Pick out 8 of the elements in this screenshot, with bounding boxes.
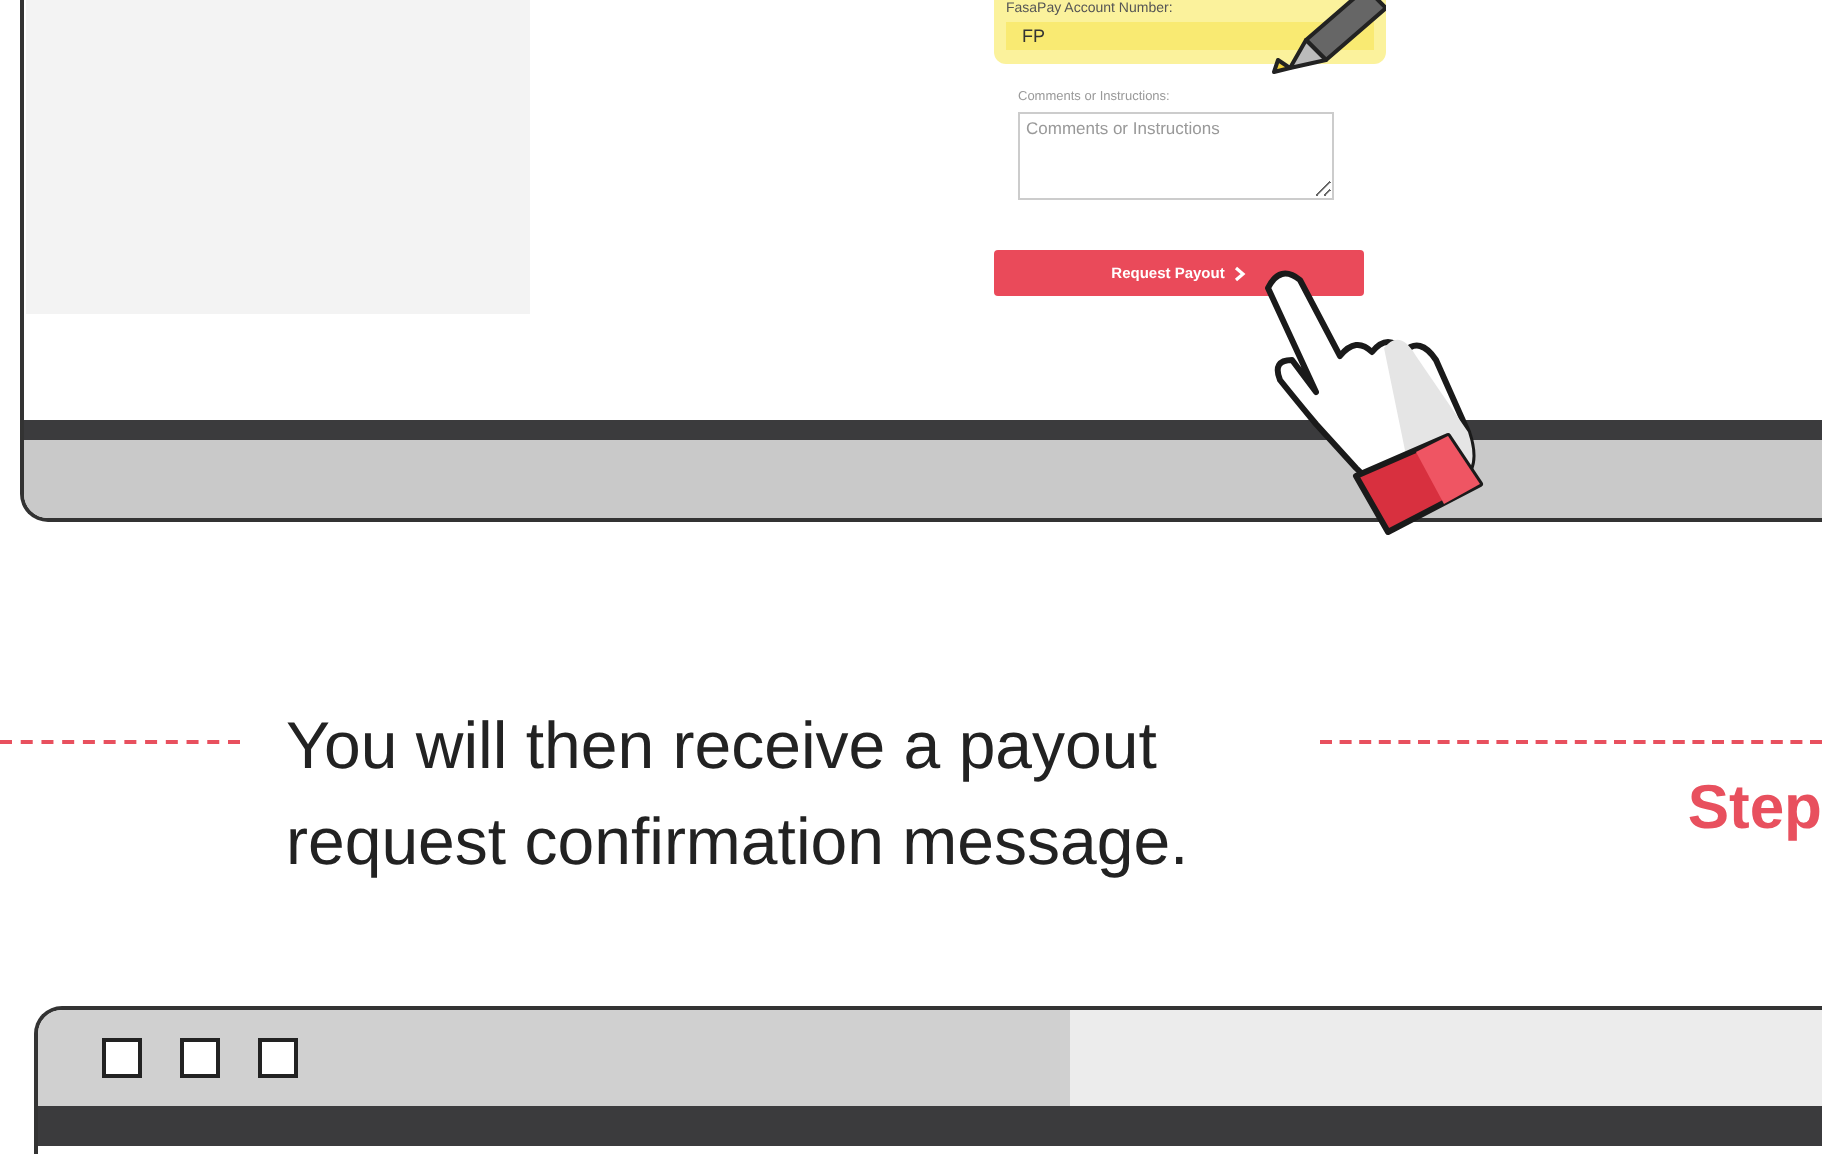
marker-pen-icon [1266, 0, 1386, 76]
step-label: Step [1687, 772, 1822, 844]
chevron-icon [1234, 265, 1247, 281]
window-control-icon[interactable] [258, 1038, 298, 1078]
comments-field[interactable]: Comments or Instructions [1018, 112, 1334, 200]
window-control-icon[interactable] [102, 1038, 142, 1078]
window-control-icon[interactable] [180, 1038, 220, 1078]
caption-text: You will then receive a payout request confirmation message. [286, 706, 1191, 882]
